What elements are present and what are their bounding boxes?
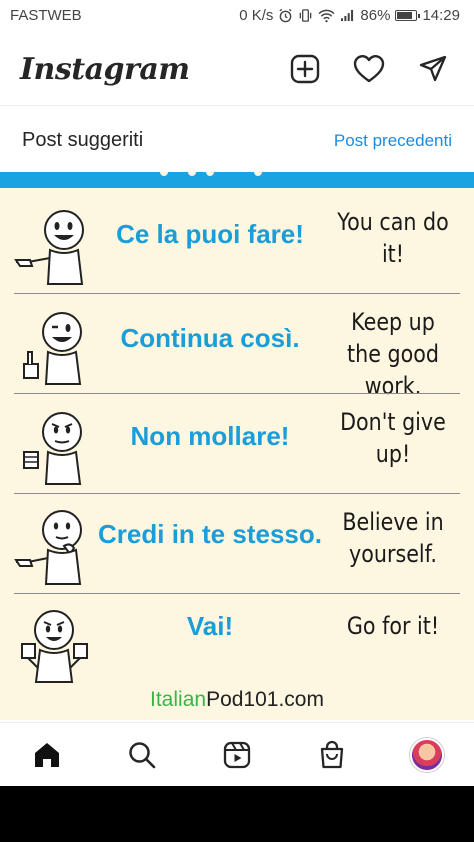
english-phrase: Keep up the good work. [347,308,439,400]
brand-watermark: ItalianPod101.com [0,688,474,712]
shop-icon[interactable] [314,737,350,773]
post-top-banner [0,172,474,188]
heart-icon[interactable] [352,52,386,86]
reels-icon[interactable] [219,737,255,773]
italian-phrase: Vai! [186,611,234,641]
network-speed: 0 K/s [239,7,274,24]
alarm-icon [278,8,293,23]
home-icon[interactable] [29,737,65,773]
new-post-icon[interactable] [288,52,322,86]
search-icon[interactable] [124,737,160,773]
phrase-row: Vai! Go for it! [0,594,474,694]
signal-icon [340,9,355,22]
brand-italian: Italian [150,688,207,711]
italian-phrase: Ce la puoi fare! [116,219,304,249]
english-phrase: Go for it! [346,612,440,640]
battery-percent: 86% [360,7,391,24]
italian-phrase: Continua così. [120,323,300,353]
banner-notch [206,172,214,176]
post-image[interactable]: Ce la puoi fare! You can do it! Continua… [0,172,474,720]
english-phrase: You can do it! [337,208,449,268]
previous-posts-link[interactable]: Post precedenti [334,131,452,151]
section-title: Post suggeriti [22,129,144,151]
battery-fill [397,12,413,19]
android-system-bar [0,786,474,842]
smiley-thinking-pointing-icon [14,510,82,585]
smiley-excited-fists-icon [21,610,88,683]
status-bar: FASTWEB 0 K/s 86% 14:29 [0,0,474,32]
italian-phrase: Credi in te stesso. [98,519,322,549]
wifi-icon [318,8,335,23]
status-indicators: 0 K/s 86% 14:29 [239,7,460,24]
bottom-navigation [0,722,474,786]
battery-icon [395,10,421,21]
english-phrase: Don't give up! [340,408,446,468]
app-header: Instagram [0,32,474,106]
phrase-row: Ce la puoi fare! You can do it! [0,194,474,294]
phrase-row: Non mollare! Don't give up! [0,394,474,494]
direct-message-icon[interactable] [416,52,450,86]
header-actions [288,52,450,86]
banner-notch [160,172,168,176]
smiley-determined-fist-icon [23,412,82,485]
banner-notch [188,172,196,176]
instagram-logo[interactable]: Instagram [20,52,190,87]
smiley-pointing-icon [14,210,84,285]
banner-notch [254,172,262,176]
phrase-row: Credi in te stesso. Believe in yourself. [0,494,474,594]
english-phrase: Believe in yourself. [342,508,444,568]
italian-phrase: Non mollare! [130,421,290,451]
avatar [410,738,444,772]
clock: 14:29 [422,7,460,24]
suggested-posts-bar: Post suggeriti Post precedenti [0,107,474,171]
brand-pod: Pod101.com [206,688,324,711]
profile-avatar[interactable] [409,737,445,773]
vibrate-icon [298,8,313,23]
smiley-winking-thumbs-up-icon [23,312,82,385]
phrase-row: Continua così. Keep up the good work. [0,294,474,400]
carrier-label: FASTWEB [10,7,82,24]
